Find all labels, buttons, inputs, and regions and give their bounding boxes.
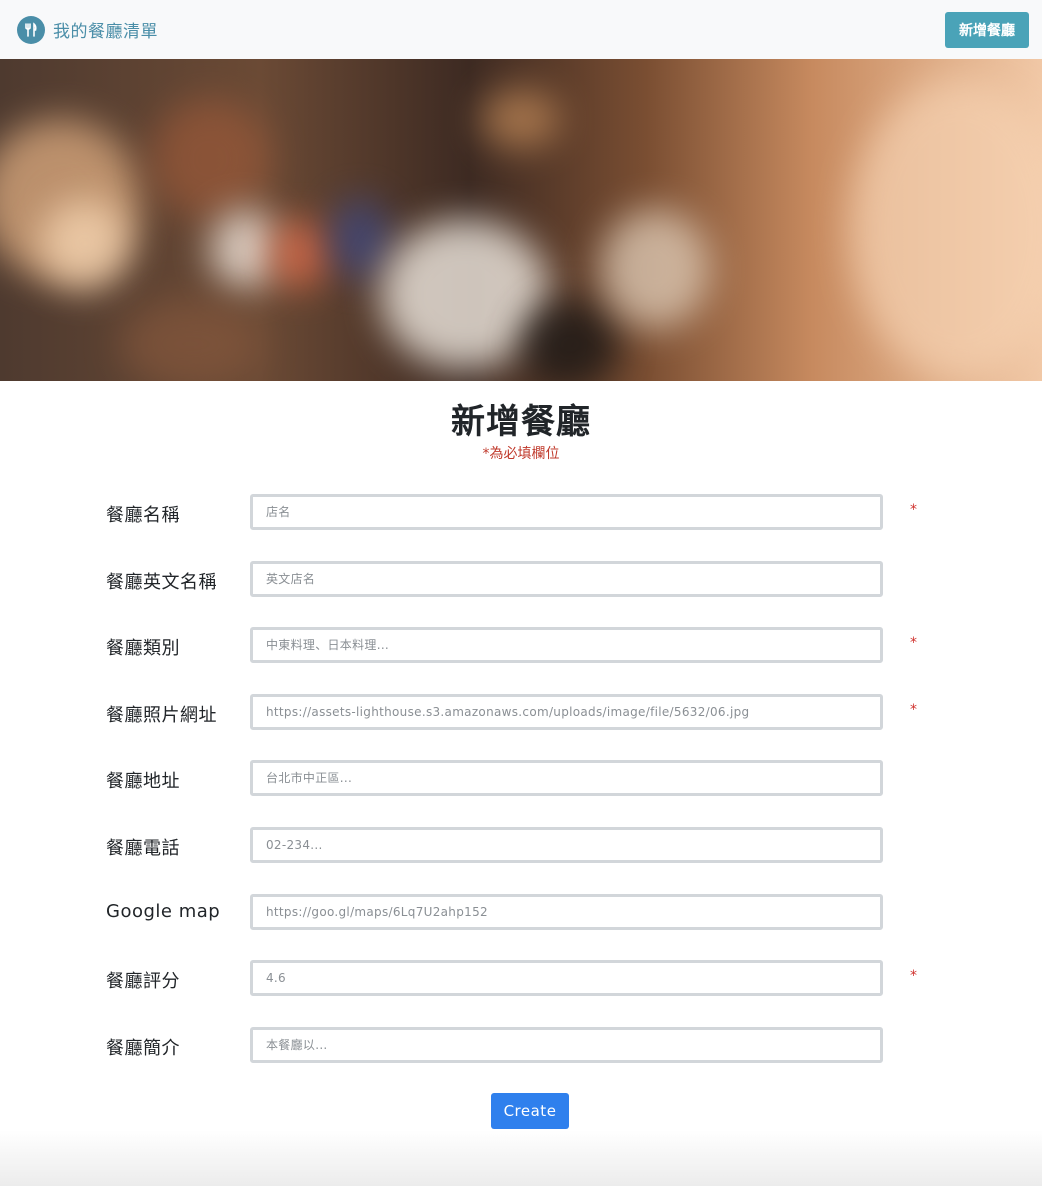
required-note: *為必填欄位 [482,446,560,462]
field-label: 餐廳地址 [106,771,180,792]
required-mark: * [910,635,917,651]
restaurant-english-name-input[interactable] [250,561,883,597]
form-row-rating: 餐廳評分 * [0,960,1042,996]
google-map-input[interactable] [250,894,883,930]
field-label: 餐廳名稱 [106,505,180,526]
form-row-category: 餐廳類別 * [0,627,1042,663]
field-label: 餐廳簡介 [106,1038,180,1059]
restaurant-description-input[interactable] [250,1027,883,1063]
field-label: 餐廳英文名稱 [106,572,217,593]
field-label: 餐廳照片網址 [106,705,217,726]
brand-link[interactable]: 我的餐廳清單 [17,15,158,44]
restaurant-rating-input[interactable] [250,960,883,996]
required-mark: * [910,702,917,718]
form-row-phone: 餐廳電話 [0,827,1042,863]
field-label: 餐廳類別 [106,638,180,659]
form-row-name: 餐廳名稱 * [0,494,1042,530]
navbar: 我的餐廳清單 新增餐廳 [0,0,1042,59]
field-label: 餐廳評分 [106,971,180,992]
footer [0,1130,1042,1186]
form-row-name-en: 餐廳英文名稱 [0,561,1042,597]
hero-banner-image [0,59,1042,381]
form-row-description: 餐廳簡介 [0,1027,1042,1063]
field-label: 餐廳電話 [106,838,180,859]
required-mark: * [910,968,917,984]
restaurant-image-url-input[interactable] [250,694,883,730]
utensils-icon [17,15,45,44]
restaurant-category-input[interactable] [250,627,883,663]
form-row-image: 餐廳照片網址 * [0,694,1042,730]
brand-text: 我的餐廳清單 [53,22,158,42]
restaurant-address-input[interactable] [250,760,883,796]
new-restaurant-button[interactable]: 新增餐廳 [945,11,1029,48]
form-row-google-map: Google map [0,894,1042,930]
required-mark: * [910,502,917,518]
restaurant-phone-input[interactable] [250,827,883,863]
create-button[interactable]: Create [491,1093,569,1129]
restaurant-name-input[interactable] [250,494,883,530]
field-label: Google map [106,901,221,922]
form-row-location: 餐廳地址 [0,760,1042,796]
page-title: 新增餐廳 [451,402,591,442]
